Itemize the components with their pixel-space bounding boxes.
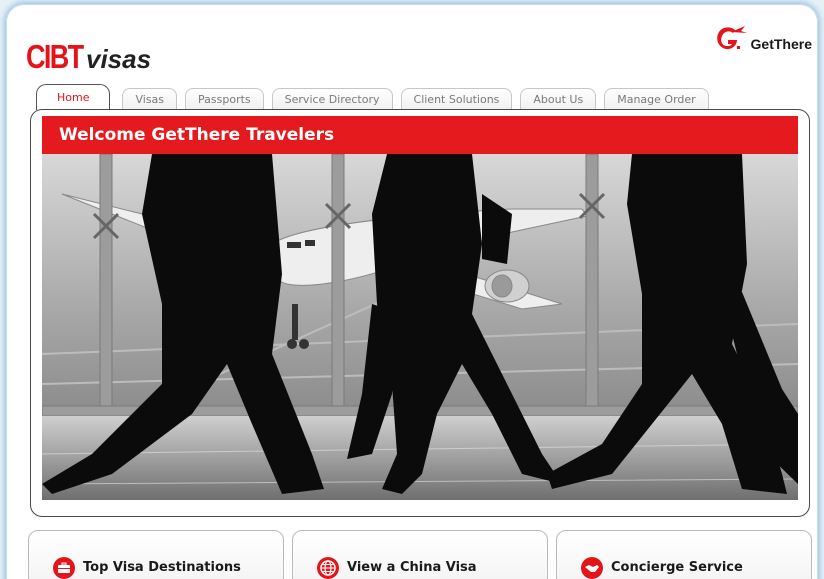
getthere-logo-text: GetThere [750,36,812,52]
welcome-banner-title: Welcome GetThere Travelers [59,125,335,145]
view-china-visa-card[interactable]: View a China Visa [292,530,548,579]
tab-about-us[interactable]: About Us [520,88,597,110]
suitcase-icon [53,557,75,579]
hero-illustration [42,154,798,500]
tab-visas[interactable]: Visas [122,88,178,110]
globe-icon [317,557,339,579]
cibt-visas-logo[interactable]: CIBT visas [26,38,151,76]
tab-passports[interactable]: Passports [185,88,264,110]
logo-visas-text: visas [86,44,152,74]
top-visa-destinations-label: Top Visa Destinations [83,560,241,575]
concierge-service-label: Concierge Service [611,560,743,575]
handshake-icon [581,557,603,579]
tab-service-directory[interactable]: Service Directory [271,88,393,110]
tab-home[interactable]: Home [36,84,111,110]
logo-cibt-text: CIBT [26,38,84,75]
welcome-banner: Welcome GetThere Travelers [42,116,798,154]
main-nav-tabs: Home Visas Passports Service Directory C… [36,84,717,110]
hero-image [42,154,798,500]
top-visa-destinations-card[interactable]: Top Visa Destinations [28,530,284,579]
getthere-g-arrow-icon [713,24,749,54]
view-china-visa-label: View a China Visa [347,560,477,575]
tab-client-solutions[interactable]: Client Solutions [400,88,513,110]
getthere-logo: GetThere [713,24,812,54]
tab-manage-order[interactable]: Manage Order [604,88,709,110]
concierge-service-card[interactable]: Concierge Service [556,530,812,579]
